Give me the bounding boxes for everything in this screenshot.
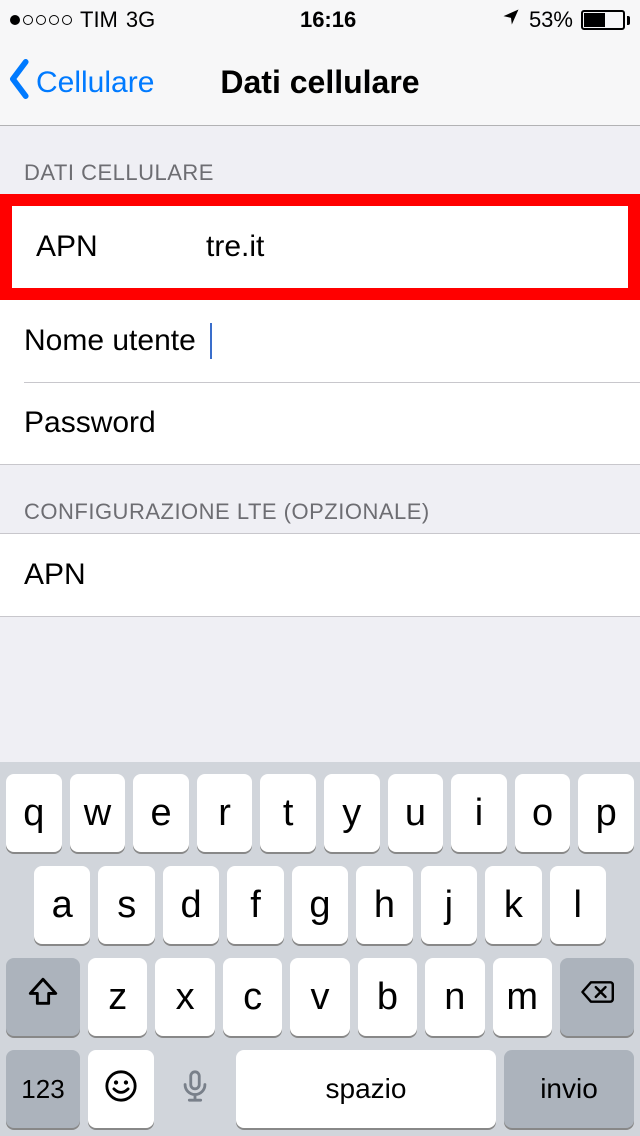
key-p[interactable]: p (578, 774, 634, 852)
key-i[interactable]: i (451, 774, 507, 852)
key-u[interactable]: u (388, 774, 444, 852)
apn-highlight: APN (0, 194, 640, 300)
location-icon (501, 7, 521, 33)
key-s[interactable]: s (98, 866, 154, 944)
key-m[interactable]: m (493, 958, 552, 1036)
key-c[interactable]: c (223, 958, 282, 1036)
apn-input[interactable] (206, 230, 604, 264)
key-q[interactable]: q (6, 774, 62, 852)
clock: 16:16 (300, 7, 356, 33)
key-v[interactable]: v (290, 958, 349, 1036)
key-enter[interactable]: invio (504, 1050, 634, 1128)
lte-apn-input[interactable] (194, 558, 616, 592)
section-header-lte: CONFIGURAZIONE LTE (OPZIONALE) (0, 465, 640, 533)
row-username[interactable]: Nome utente (0, 300, 640, 382)
password-label: Password (24, 406, 194, 440)
key-h[interactable]: h (356, 866, 412, 944)
key-a[interactable]: a (34, 866, 90, 944)
network-label: 3G (126, 7, 155, 33)
status-bar: TIM 3G 16:16 53% (0, 0, 640, 40)
key-z[interactable]: z (88, 958, 147, 1036)
keyboard-row-3: z x c v b n m (6, 958, 634, 1036)
emoji-icon (104, 1069, 138, 1110)
battery-percent: 53% (529, 7, 573, 33)
key-backspace[interactable] (560, 958, 634, 1036)
keyboard: q w e r t y u i o p a s d f g h j k l z … (0, 762, 640, 1136)
microphone-icon (178, 1069, 212, 1110)
key-d[interactable]: d (163, 866, 219, 944)
key-w[interactable]: w (70, 774, 126, 852)
settings-content: DATI CELLULARE APN Nome utente Password … (0, 126, 640, 617)
status-right: 53% (501, 7, 630, 33)
key-dictation[interactable] (162, 1050, 228, 1128)
signal-strength-icon (10, 15, 72, 25)
back-label: Cellulare (36, 66, 154, 100)
username-label: Nome utente (24, 324, 196, 358)
password-input[interactable] (194, 406, 616, 440)
key-emoji[interactable] (88, 1050, 154, 1128)
key-t[interactable]: t (260, 774, 316, 852)
key-numbers[interactable]: 123 (6, 1050, 80, 1128)
backspace-icon (580, 975, 614, 1019)
key-g[interactable]: g (292, 866, 348, 944)
section-header-cellular: DATI CELLULARE (0, 126, 640, 194)
back-button[interactable]: Cellulare (0, 59, 154, 107)
key-b[interactable]: b (358, 958, 417, 1036)
key-j[interactable]: j (421, 866, 477, 944)
key-shift[interactable] (6, 958, 80, 1036)
shift-icon (26, 975, 60, 1019)
key-f[interactable]: f (227, 866, 283, 944)
battery-icon (581, 10, 630, 30)
row-lte-apn[interactable]: APN (0, 534, 640, 616)
nav-bar: Cellulare Dati cellulare (0, 40, 640, 126)
key-x[interactable]: x (155, 958, 214, 1036)
key-n[interactable]: n (425, 958, 484, 1036)
text-cursor (210, 323, 212, 359)
username-input[interactable] (206, 323, 616, 359)
key-k[interactable]: k (485, 866, 541, 944)
apn-label: APN (36, 230, 206, 264)
keyboard-row-1: q w e r t y u i o p (6, 774, 634, 852)
keyboard-row-2: a s d f g h j k l (6, 866, 634, 944)
key-l[interactable]: l (550, 866, 606, 944)
carrier-label: TIM (80, 7, 118, 33)
key-o[interactable]: o (515, 774, 571, 852)
key-r[interactable]: r (197, 774, 253, 852)
row-apn[interactable]: APN (12, 206, 628, 288)
keyboard-row-4: 123 spazio invio (6, 1050, 634, 1128)
key-e[interactable]: e (133, 774, 189, 852)
chevron-left-icon (8, 59, 32, 107)
lte-apn-label: APN (24, 558, 194, 592)
row-password[interactable]: Password (0, 382, 640, 464)
status-left: TIM 3G (10, 7, 155, 33)
key-y[interactable]: y (324, 774, 380, 852)
key-space[interactable]: spazio (236, 1050, 496, 1128)
